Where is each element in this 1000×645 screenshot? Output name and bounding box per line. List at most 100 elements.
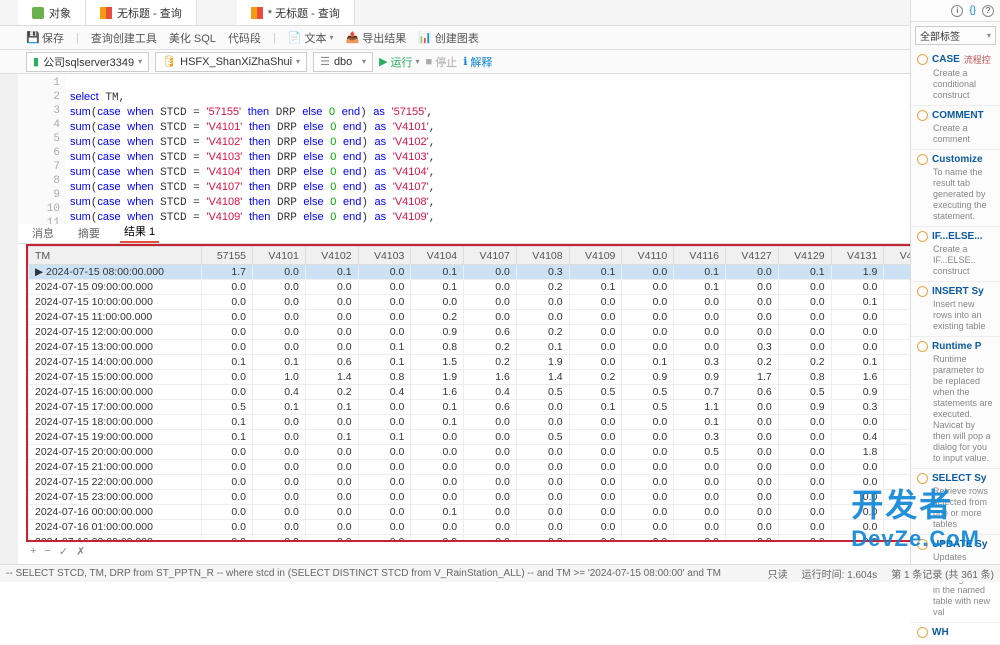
cell[interactable]: 0.0 [201,385,252,400]
cell[interactable]: 0.0 [411,475,464,490]
column-header[interactable]: V4131 [831,247,884,265]
cell[interactable]: 0.0 [831,475,884,490]
cell[interactable]: 0.0 [464,460,517,475]
cell[interactable]: 0.0 [201,535,252,543]
cell[interactable]: 0.0 [674,325,726,340]
cell[interactable]: 0.0 [778,535,831,543]
column-header[interactable]: TM [29,247,202,265]
cell[interactable]: 0.0 [778,415,831,430]
cell[interactable]: 0.1 [305,265,358,280]
column-header[interactable]: V4104 [411,247,464,265]
cell[interactable]: 0.0 [778,475,831,490]
cell[interactable]: 0.1 [411,415,464,430]
cell[interactable]: 0.1 [831,355,884,370]
cell[interactable]: 0.0 [358,265,411,280]
cell[interactable]: 0.2 [726,355,779,370]
table-row[interactable]: 2024-07-16 01:00:00.0000.00.00.00.00.00.… [29,520,990,535]
cell[interactable]: 0.0 [411,535,464,543]
cell[interactable]: 0.0 [674,520,726,535]
column-header[interactable]: V4107 [464,247,517,265]
cell[interactable]: 0.0 [726,430,779,445]
cell[interactable]: 0.0 [253,325,306,340]
cell[interactable]: 1.6 [411,385,464,400]
cell[interactable]: 2024-07-15 17:00:00.000 [29,400,202,415]
snippet-item[interactable]: IF...ELSE... Create a IF...ELSE.. constr… [911,227,1000,282]
cell[interactable]: 0.0 [305,340,358,355]
cell[interactable]: 0.0 [464,535,517,543]
snippet-item[interactable]: COMMENT Create a comment [911,106,1000,150]
table-row[interactable]: 2024-07-15 23:00:00.0000.00.00.00.00.00.… [29,490,990,505]
cell[interactable]: 0.0 [253,460,306,475]
cell[interactable]: 0.6 [464,400,517,415]
cell[interactable]: 0.0 [464,505,517,520]
cell[interactable]: 0.0 [516,445,569,460]
cell[interactable]: 0.0 [305,310,358,325]
cell[interactable]: 0.0 [569,475,622,490]
cell[interactable]: 0.0 [622,280,674,295]
cell[interactable]: 0.3 [516,265,569,280]
add-row-button[interactable]: + [30,545,36,557]
cell[interactable]: 0.0 [253,340,306,355]
bookmark-select[interactable]: 全部标签▾ [915,26,996,45]
cell[interactable]: 0.0 [622,460,674,475]
cell[interactable]: 2024-07-15 12:00:00.000 [29,325,202,340]
cell[interactable]: 0.0 [726,295,779,310]
table-row[interactable]: 2024-07-16 02:00:00.0000.00.00.00.00.00.… [29,535,990,543]
cell[interactable]: 0.0 [831,280,884,295]
cell[interactable]: 0.1 [569,265,622,280]
cell[interactable]: 0.2 [516,280,569,295]
cell[interactable]: 0.0 [726,280,779,295]
cell[interactable]: 0.0 [831,505,884,520]
braces-icon[interactable]: {} [969,5,976,16]
cell[interactable]: 1.5 [411,355,464,370]
cell[interactable]: 0.9 [411,325,464,340]
cell[interactable]: 0.0 [569,535,622,543]
cell[interactable]: 0.0 [516,490,569,505]
cell[interactable]: 0.0 [516,415,569,430]
cell[interactable]: 0.5 [516,385,569,400]
cell[interactable]: 0.0 [516,460,569,475]
cell[interactable]: 0.0 [464,445,517,460]
cell[interactable]: 0.0 [201,460,252,475]
column-header[interactable]: V4101 [253,247,306,265]
cell[interactable]: 0.3 [726,340,779,355]
cell[interactable]: 0.0 [831,490,884,505]
cell[interactable]: 0.3 [674,355,726,370]
cell[interactable]: 0.0 [253,310,306,325]
table-row[interactable]: 2024-07-15 22:00:00.0000.00.00.00.00.00.… [29,475,990,490]
cell[interactable]: 0.2 [464,355,517,370]
cell[interactable]: 0.5 [516,430,569,445]
cell[interactable]: 0.0 [778,310,831,325]
help-icon[interactable]: ? [982,5,994,17]
cell[interactable]: 0.0 [358,520,411,535]
snippet-item[interactable]: Customize To name the result tab generat… [911,150,1000,227]
cell[interactable]: 0.7 [674,385,726,400]
cell[interactable]: 0.1 [411,505,464,520]
cell[interactable]: 0.0 [726,520,779,535]
snippet-item[interactable]: SELECT Sy Retrieve rows selected from on… [911,469,1000,535]
cell[interactable]: 0.1 [201,430,252,445]
cell[interactable]: 0.1 [305,430,358,445]
cell[interactable]: 0.0 [305,325,358,340]
cell[interactable]: 0.0 [305,490,358,505]
cell[interactable]: 0.0 [569,445,622,460]
cell[interactable]: 0.0 [358,475,411,490]
cell[interactable]: 0.0 [253,265,306,280]
cell[interactable]: 0.0 [569,340,622,355]
cell[interactable]: 1.0 [253,370,306,385]
table-row[interactable]: 2024-07-15 09:00:00.0000.00.00.00.00.10.… [29,280,990,295]
result-grid[interactable]: TM57155V4101V4102V4103V4104V4107V4108V41… [28,246,990,542]
cell[interactable]: 0.1 [253,400,306,415]
cell[interactable]: 2024-07-16 00:00:00.000 [29,505,202,520]
cell[interactable]: 0.0 [464,490,517,505]
cell[interactable]: 2024-07-15 23:00:00.000 [29,490,202,505]
cell[interactable]: 0.0 [411,430,464,445]
cell[interactable]: 0.0 [253,280,306,295]
cell[interactable]: 0.0 [358,490,411,505]
cell[interactable]: 0.0 [516,505,569,520]
column-header[interactable]: V4127 [726,247,779,265]
cell[interactable]: 1.9 [411,370,464,385]
export-result-button[interactable]: 📤导出结果 [346,30,407,46]
cell[interactable]: 0.1 [831,295,884,310]
cell[interactable]: 2024-07-15 10:00:00.000 [29,295,202,310]
